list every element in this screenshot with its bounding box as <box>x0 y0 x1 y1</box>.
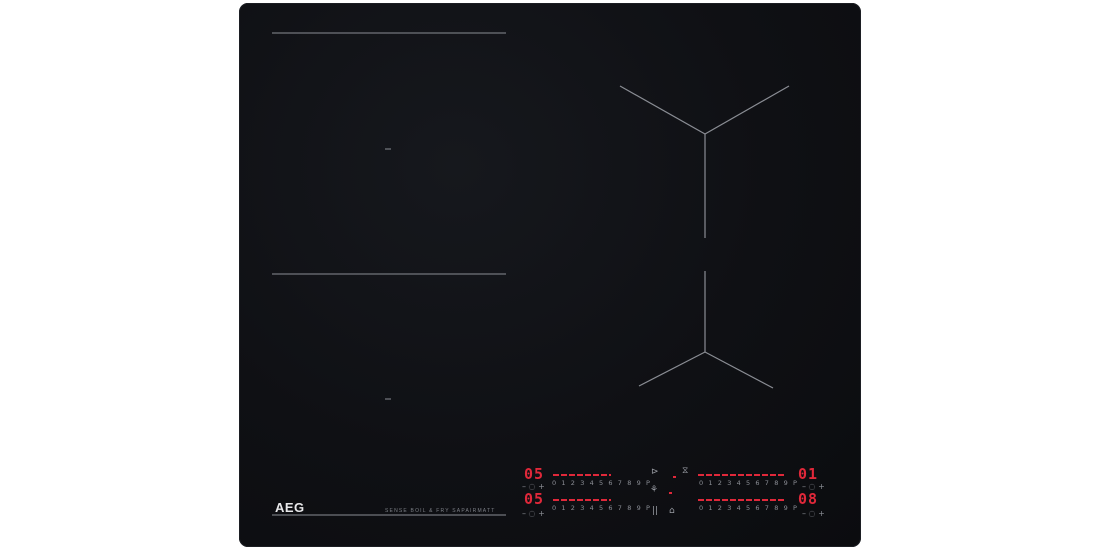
power-scale-rear-left[interactable]: 0 1 2 3 4 5 6 7 8 9 P <box>552 479 652 487</box>
power-display-front-left: 05 <box>524 490 545 508</box>
zone-markings <box>272 32 790 516</box>
brand-logo: AEG <box>275 500 305 515</box>
timer-controls-front-right[interactable]: – ◌ + <box>802 510 825 518</box>
induction-hob-glass: 05 0 1 2 3 4 5 6 7 8 9 P – ◌ + 05 0 1 2 … <box>239 3 861 547</box>
zone-right-upper-y-left <box>619 85 706 135</box>
product-tagline: SENSE BOIL & FRY SAPAIRMATT <box>385 508 496 514</box>
power-scale-rear-right[interactable]: 0 1 2 3 4 5 6 7 8 9 P <box>699 479 799 487</box>
zone-right-upper-y-right <box>704 85 790 135</box>
hob2hood-icon[interactable]: ⚘ <box>650 485 658 495</box>
power-bar-rear-left <box>553 474 611 476</box>
power-bar-rear-right <box>698 474 786 476</box>
power-scale-front-left[interactable]: 0 1 2 3 4 5 6 7 8 9 P <box>552 504 652 512</box>
power-bar-front-left <box>553 499 611 501</box>
power-display-rear-left: 05 <box>524 465 545 483</box>
center-indicator-dot <box>673 476 676 478</box>
zone-right-lower-y-left <box>638 351 706 387</box>
lock-icon[interactable]: ⌂ <box>669 506 675 516</box>
power-display-rear-right: 01 <box>798 465 819 483</box>
power-bar-front-right <box>698 499 786 501</box>
play-icon[interactable]: ⊳ <box>651 467 659 477</box>
power-scale-front-right[interactable]: 0 1 2 3 4 5 6 7 8 9 P <box>699 504 799 512</box>
power-display-front-right: 08 <box>798 490 819 508</box>
pause-icon[interactable]: || <box>652 506 658 516</box>
hourglass-icon[interactable]: ⧖ <box>682 466 688 476</box>
center-indicator-dot-2 <box>669 492 672 494</box>
zone-right-lower-y-right <box>704 351 774 389</box>
timer-controls-front-left[interactable]: – ◌ + <box>522 510 545 518</box>
